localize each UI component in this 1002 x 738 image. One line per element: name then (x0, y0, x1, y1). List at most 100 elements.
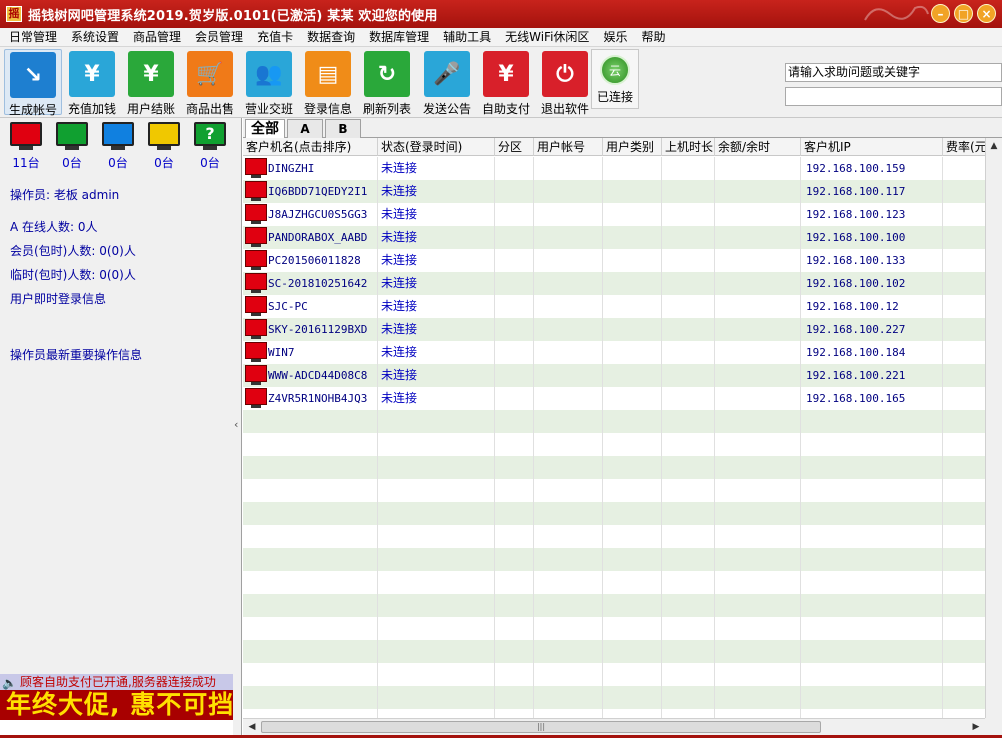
menu-item-4[interactable]: 充值卡 (250, 28, 300, 47)
column-header-6[interactable]: 余额/余时 (715, 138, 801, 156)
table-cell (243, 479, 378, 502)
toolbar-button-4[interactable]: 👥 营业交班 (240, 49, 298, 116)
table-cell (603, 525, 662, 548)
table-row[interactable] (243, 686, 1002, 709)
toolbar-button-3[interactable]: 🛒 商品出售 (181, 49, 239, 116)
table-cell (495, 157, 534, 180)
table-cell (801, 410, 943, 433)
toolbar-button-label: 用户结账 (126, 102, 175, 116)
table-row[interactable] (243, 548, 1002, 571)
table-row[interactable]: WWW-ADCD44D08C8 未连接 192.168.100.221 (243, 364, 1002, 387)
menu-item-8[interactable]: 无线WiFi休闲区 (498, 28, 596, 47)
client-monitor-icon (245, 273, 267, 290)
table-row[interactable] (243, 617, 1002, 640)
table-row[interactable]: J8AJZHGCU0S5GG3 未连接 192.168.100.123 (243, 203, 1002, 226)
status-monitor-3[interactable]: 0台 (144, 122, 184, 171)
tab-a[interactable]: A (287, 119, 323, 138)
table-row[interactable] (243, 525, 1002, 548)
vertical-scrollbar[interactable]: ▲ (985, 138, 1002, 718)
table-row[interactable]: SJC-PC 未连接 192.168.100.12 (243, 295, 1002, 318)
table-cell (603, 180, 662, 203)
monitor-stand (111, 146, 125, 150)
table-row[interactable]: IQ6BDD71QEDY2I1 未连接 192.168.100.117 (243, 180, 1002, 203)
status-monitor-0[interactable]: 11台 (6, 122, 46, 171)
table-cell: 未连接 (378, 272, 495, 295)
toolbar-button-8[interactable]: ¥ 自助支付 (477, 49, 535, 116)
table-row[interactable]: PC201506011828 未连接 192.168.100.133 (243, 249, 1002, 272)
table-cell (495, 709, 534, 718)
maximize-icon[interactable]: □ (954, 4, 973, 23)
column-header-4[interactable]: 用户类别 (603, 138, 662, 156)
help-search-results[interactable] (785, 87, 1002, 106)
table-cell (603, 433, 662, 456)
menu-item-6[interactable]: 数据库管理 (362, 28, 436, 47)
toolbar-button-7[interactable]: 🎤 发送公告 (418, 49, 476, 116)
table-cell (715, 594, 801, 617)
toolbar-button-6[interactable]: ↻ 刷新列表 (358, 49, 416, 116)
column-header-1[interactable]: 状态(登录时间) (378, 138, 495, 156)
table-row[interactable]: SKY-20161129BXD 未连接 192.168.100.227 (243, 318, 1002, 341)
table-row[interactable]: Z4VR5R1NOHB4JQ3 未连接 192.168.100.165 (243, 387, 1002, 410)
client-grid: 客户机名(点击排序) 状态(登录时间) 分区 用户帐号 用户类别 上机时长 余额/余时 客户机… (243, 138, 1002, 718)
column-header-2[interactable]: 分区 (495, 138, 534, 156)
member-count: 会员(包时)人数: 0(0)人 (10, 244, 136, 258)
toolbar-button-9[interactable]: ⏻ 退出软件 (536, 49, 594, 116)
scroll-right-icon[interactable]: ▶ (969, 719, 983, 735)
table-row[interactable] (243, 410, 1002, 433)
help-search-input[interactable]: 请输入求助问题或关键字 (785, 63, 1002, 82)
menu-item-9[interactable]: 娱乐 (596, 28, 634, 47)
scroll-thumb[interactable]: ||| (261, 721, 821, 733)
table-row[interactable] (243, 433, 1002, 456)
column-header-3[interactable]: 用户帐号 (534, 138, 603, 156)
menu-item-1[interactable]: 系统设置 (64, 28, 126, 47)
tab-b[interactable]: B (325, 119, 361, 138)
scroll-up-icon[interactable]: ▲ (986, 138, 1002, 154)
table-row[interactable]: DINGZHI 未连接 192.168.100.159 (243, 157, 1002, 180)
table-cell (715, 502, 801, 525)
table-cell (801, 686, 943, 709)
table-row[interactable] (243, 640, 1002, 663)
menu-item-0[interactable]: 日常管理 (2, 28, 64, 47)
table-cell: 未连接 (378, 157, 495, 180)
table-row[interactable]: SC-201810251642 未连接 192.168.100.102 (243, 272, 1002, 295)
status-monitor-2[interactable]: 0台 (98, 122, 138, 171)
minimize-icon[interactable]: – (931, 4, 950, 23)
toolbar-button-5[interactable]: ▤ 登录信息 (299, 49, 357, 116)
table-row[interactable] (243, 594, 1002, 617)
status-monitor-1[interactable]: 0台 (52, 122, 92, 171)
toolbar-button-1[interactable]: ¥ 充值加钱 (63, 49, 121, 116)
menu-item-10[interactable]: 帮助 (634, 28, 672, 47)
panel-splitter[interactable]: ‹ (233, 118, 242, 738)
table-cell (715, 709, 801, 718)
table-cell (243, 456, 378, 479)
table-row[interactable] (243, 456, 1002, 479)
table-row[interactable] (243, 709, 1002, 718)
toolbar-button-label: 退出软件 (540, 102, 589, 116)
toolbar-button-2[interactable]: ¥ 用户结账 (122, 49, 180, 116)
scroll-left-icon[interactable]: ◀ (245, 719, 259, 735)
table-row[interactable] (243, 571, 1002, 594)
table-cell (378, 433, 495, 456)
table-row[interactable] (243, 502, 1002, 525)
promo-banner[interactable]: 年终大促, 惠不可挡 (0, 690, 233, 720)
column-header-0[interactable]: 客户机名(点击排序) (243, 138, 378, 156)
menu-item-3[interactable]: 会员管理 (188, 28, 250, 47)
column-header-5[interactable]: 上机时长 (662, 138, 715, 156)
cloud-connection-button[interactable]: 云 已连接 (591, 49, 639, 109)
menu-item-2[interactable]: 商品管理 (126, 28, 188, 47)
collapse-arrow-icon[interactable]: ‹ (234, 418, 238, 431)
status-monitor-4[interactable]: ? 0台 (190, 122, 230, 171)
table-row[interactable]: WIN7 未连接 192.168.100.184 (243, 341, 1002, 364)
table-cell: 192.168.100.221 (801, 364, 943, 387)
tab-all[interactable]: 全部 (245, 119, 285, 138)
menu-item-7[interactable]: 辅助工具 (436, 28, 498, 47)
close-icon[interactable]: × (977, 4, 996, 23)
table-cell (662, 479, 715, 502)
toolbar-button-0[interactable]: ↘ 生成帐号 (4, 49, 62, 117)
column-header-7[interactable]: 客户机IP (801, 138, 943, 156)
table-row[interactable] (243, 663, 1002, 686)
table-row[interactable] (243, 479, 1002, 502)
table-row[interactable]: PANDORABOX_AABD 未连接 192.168.100.100 (243, 226, 1002, 249)
menu-item-5[interactable]: 数据查询 (300, 28, 362, 47)
horizontal-scrollbar[interactable]: ◀ ||| ▶ (243, 718, 985, 735)
